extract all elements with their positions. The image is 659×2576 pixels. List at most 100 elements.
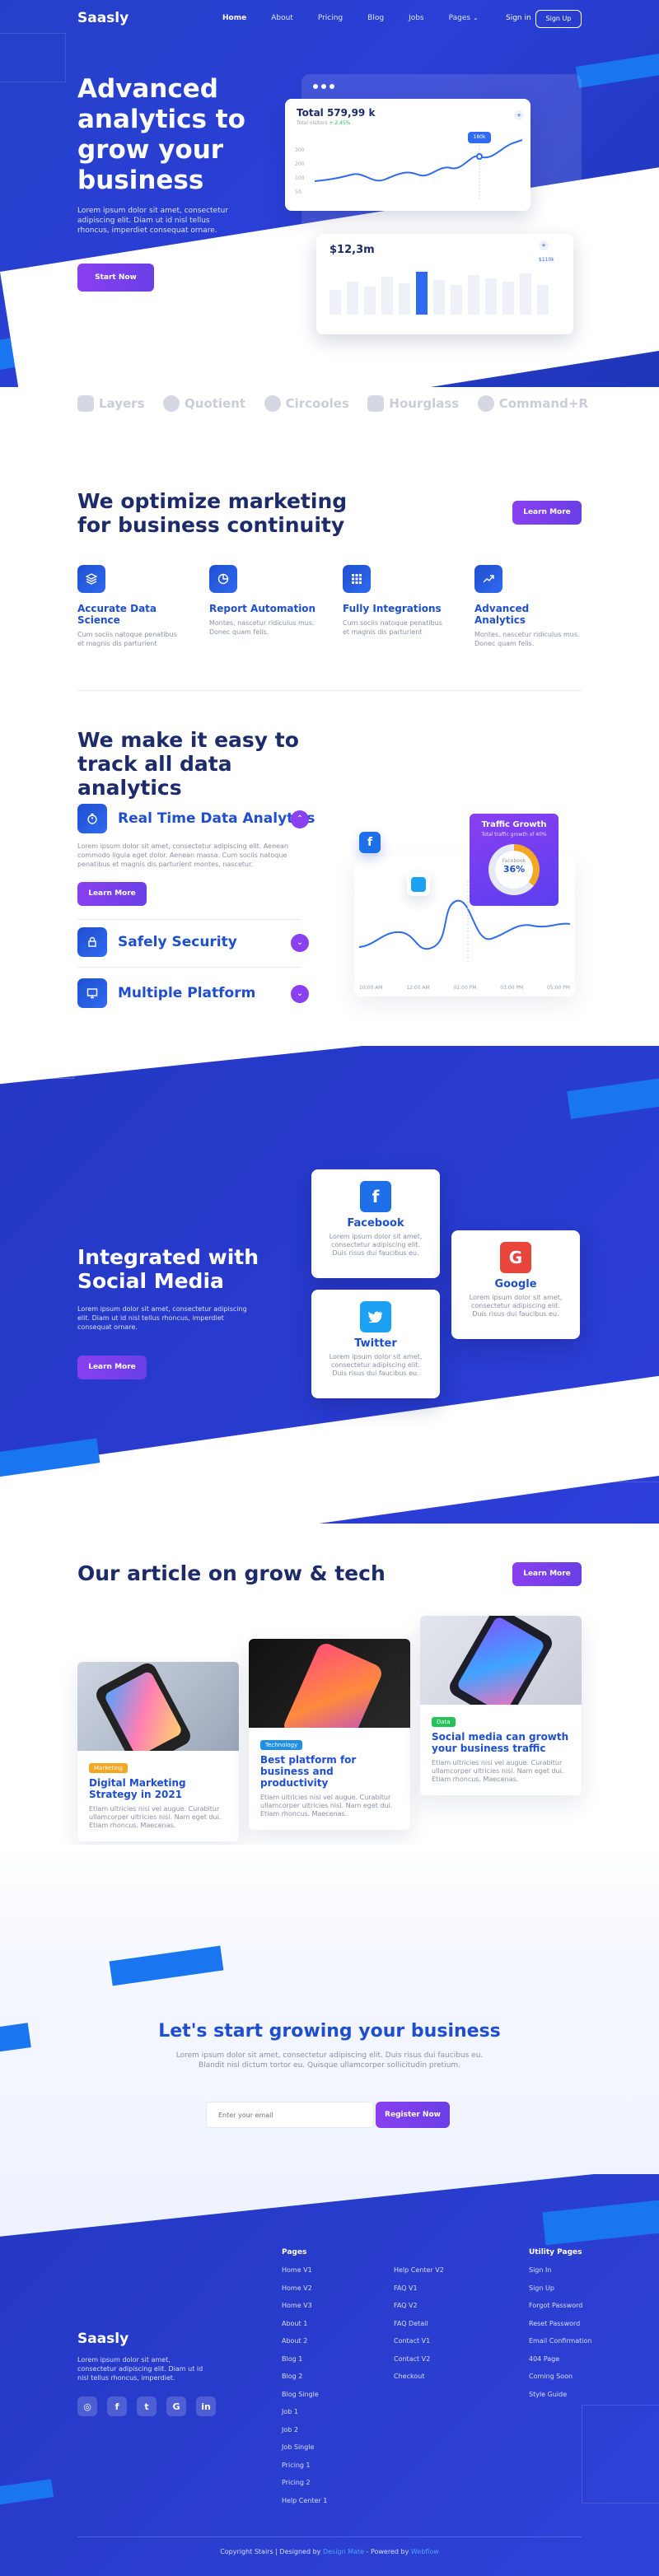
footer-link[interactable]: Style Guide (529, 2386, 592, 2404)
feature-text: Montes, nascetur ridiculus mus. Donec qu… (474, 631, 580, 647)
footer-link[interactable]: About 1 (282, 2315, 327, 2333)
footer-link[interactable]: Home V1 (282, 2261, 327, 2280)
social-top-cut (0, 1046, 659, 1087)
articles-title: Our article on grow & tech (77, 1561, 386, 1585)
footer-link[interactable]: Reset Password (529, 2315, 592, 2333)
nav-item-blog[interactable]: Blog (367, 14, 384, 22)
circooles-icon (264, 395, 281, 412)
footer-link[interactable]: Contact V2 (394, 2350, 444, 2368)
twitter-icon (360, 1301, 391, 1332)
stopwatch-icon (77, 804, 107, 833)
footer-link[interactable]: Job 1 (282, 2403, 327, 2421)
footer-deco-frame (582, 2405, 659, 2504)
facebook-icon[interactable]: f (107, 2396, 127, 2416)
footer-link[interactable]: FAQ V2 (394, 2297, 444, 2315)
social-text: Lorem ipsum dolor sit amet, consectetur … (77, 1305, 247, 1331)
logo-hourglass: Hourglass (367, 395, 459, 412)
traffic-growth-card: Traffic Growth Total traffic growth of 4… (470, 814, 559, 906)
footer-link[interactable]: FAQ V1 (394, 2280, 444, 2298)
footer-link[interactable]: Pricing 1 (282, 2457, 327, 2475)
feature-title: Fully Integrations (343, 603, 442, 614)
start-now-button[interactable]: Start Now (77, 264, 154, 292)
revenue-delta: $110k (539, 257, 554, 263)
article-image-phone-2 (420, 1616, 582, 1705)
feature-text: Montes, nascetur ridiculus mus. Donec qu… (209, 619, 315, 636)
register-now-button[interactable]: Register Now (376, 2102, 450, 2128)
nav-item-pages[interactable]: Pages ⌄ (449, 14, 479, 22)
signup-button[interactable]: Sign Up (535, 10, 582, 28)
chevron-up-icon[interactable]: ⌃ (291, 810, 309, 828)
realtime-learn-more-button[interactable]: Learn More (77, 882, 147, 906)
chevron-down-icon[interactable]: ⌄ (291, 934, 309, 952)
article-title: Best platform for business and productiv… (260, 1754, 357, 1789)
google-icon[interactable]: G (166, 2396, 186, 2416)
social-card-facebook[interactable]: f Facebook Lorem ipsum dolor sit amet, c… (311, 1169, 440, 1278)
email-input[interactable] (206, 2102, 374, 2128)
footer-link[interactable]: Help Center 1 (282, 2492, 327, 2510)
social-card-google[interactable]: G Google Lorem ipsum dolor sit amet, con… (451, 1230, 580, 1339)
accordion-realtime-title[interactable]: Real Time Data Analytics (118, 810, 315, 827)
brand-logo[interactable]: Saasly (77, 10, 129, 26)
footer-pages-title: Pages (282, 2248, 307, 2256)
accordion-security-title[interactable]: Safely Security (118, 934, 237, 950)
hero-subtitle: Lorem ipsum dolor sit amet, consectetur … (77, 207, 229, 235)
powered-text: - Powered by (366, 2548, 409, 2555)
nav-item-about[interactable]: About (271, 14, 293, 22)
article-card[interactable]: Technology Best platform for business an… (249, 1639, 410, 1830)
webflow-link[interactable]: Webflow (411, 2548, 439, 2555)
article-card[interactable]: Marketing Digital Marketing Strategy in … (77, 1662, 239, 1841)
footer-link[interactable]: Job Single (282, 2438, 327, 2457)
footer-link[interactable]: FAQ Detail (394, 2315, 444, 2333)
cta-text: Lorem ipsum dolor sit amet, consectetur … (175, 2051, 484, 2070)
footer-link[interactable]: Sign Up (529, 2280, 592, 2298)
footer-link[interactable]: Pricing 2 (282, 2474, 327, 2492)
footer-link[interactable]: 404 Page (529, 2350, 592, 2368)
footer-link[interactable]: Blog Single (282, 2386, 327, 2404)
article-title: Digital Marketing Strategy in 2021 (89, 1777, 186, 1800)
footer-link[interactable]: Home V3 (282, 2297, 327, 2315)
add-icon[interactable]: + (514, 110, 524, 120)
device-illustration (281, 1640, 385, 1728)
chevron-down-icon[interactable]: ⌄ (291, 985, 309, 1003)
social-card-twitter[interactable]: Twitter Lorem ipsum dolor sit amet, cons… (311, 1290, 440, 1398)
footer-brand[interactable]: Saasly (77, 2331, 129, 2347)
social-learn-more-button[interactable]: Learn More (77, 1356, 147, 1379)
accordion-platform-title[interactable]: Multiple Platform (118, 985, 255, 1001)
footer-link[interactable]: Home V2 (282, 2280, 327, 2298)
social-card-text: Lorem ipsum dolor sit amet, consectetur … (329, 1353, 423, 1377)
copyright: Copyright Stairs | Designed by Design Ma… (0, 2548, 659, 2555)
footer-link[interactable]: Sign In (529, 2261, 592, 2280)
social-icons: ◎ f t G in (77, 2396, 216, 2416)
designer-link[interactable]: Design Mate (323, 2548, 364, 2555)
footer-link[interactable]: Checkout (394, 2368, 444, 2386)
footer-link[interactable]: Forgot Password (529, 2297, 592, 2315)
nav-item-pages-label: Pages (448, 14, 471, 22)
divider (77, 919, 301, 920)
footer-link[interactable]: About 2 (282, 2332, 327, 2350)
twitter-icon[interactable]: t (137, 2396, 157, 2416)
globe-icon[interactable]: ◎ (77, 2396, 97, 2416)
trial-button[interactable]: Trial → (161, 264, 227, 292)
add-icon[interactable]: + (539, 240, 549, 250)
logo-quotient: Quotient (163, 395, 245, 412)
footer-link[interactable]: Contact V1 (394, 2332, 444, 2350)
feature-text: Cum sociis natoque penatibus et magnis d… (77, 631, 177, 647)
footer-link[interactable]: Job 2 (282, 2421, 327, 2439)
social-deco-frame (0, 1046, 74, 1079)
footer-link[interactable]: Help Center V2 (394, 2261, 444, 2280)
signin-link[interactable]: Sign in (506, 14, 531, 22)
footer-link[interactable]: Blog 1 (282, 2350, 327, 2368)
article-card[interactable]: Data Social media can growth your busine… (420, 1616, 582, 1795)
footer-link[interactable]: Coming Soon (529, 2368, 592, 2386)
arrow-right-icon: → (201, 273, 208, 282)
page: Saasly Home About Pricing Blog Jobs Page… (0, 0, 659, 2576)
nav-item-pricing[interactable]: Pricing (318, 14, 343, 22)
linkedin-icon[interactable]: in (196, 2396, 216, 2416)
footer-link[interactable]: Email Confirmation (529, 2332, 592, 2350)
nav-item-home[interactable]: Home (222, 14, 246, 22)
footer-link[interactable]: Blog 2 (282, 2368, 327, 2386)
nav-item-jobs[interactable]: Jobs (409, 14, 424, 22)
features-learn-more-button[interactable]: Learn More (512, 501, 582, 525)
articles-learn-more-button[interactable]: Learn More (512, 1562, 582, 1586)
hero-deco-stripe-right (575, 49, 659, 88)
